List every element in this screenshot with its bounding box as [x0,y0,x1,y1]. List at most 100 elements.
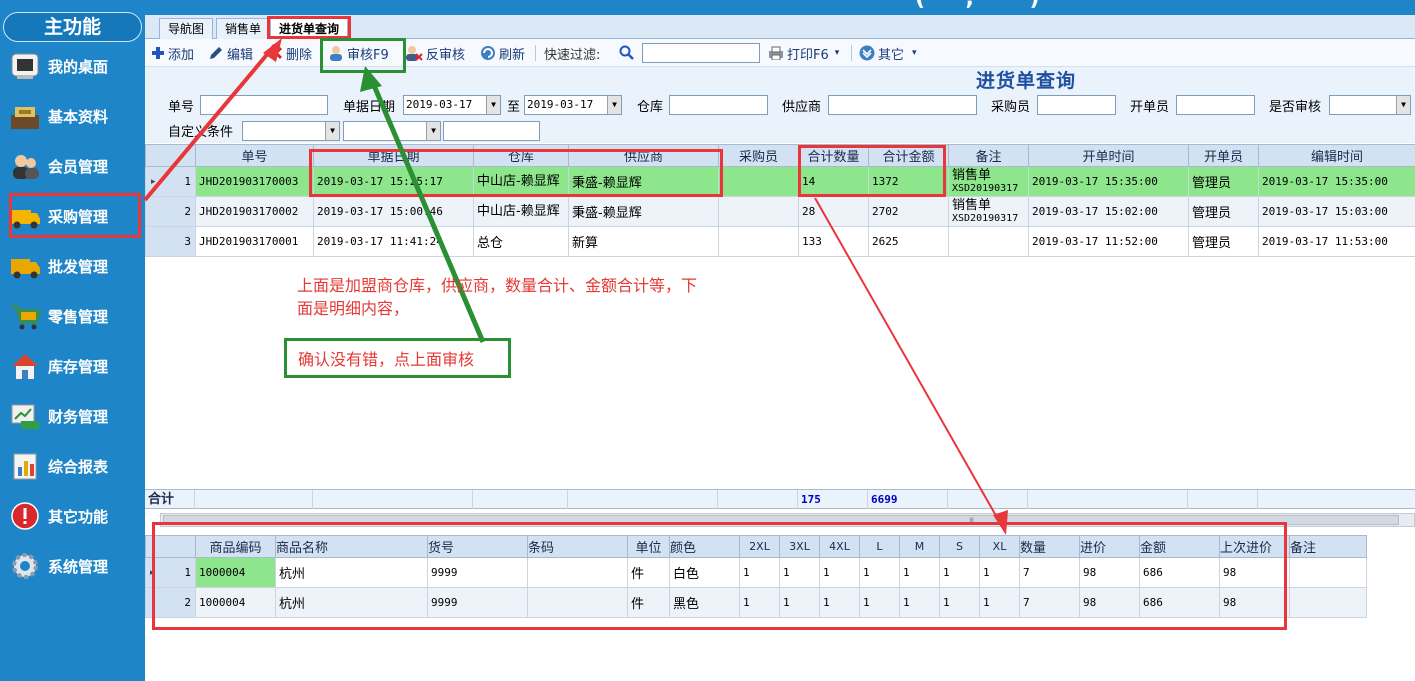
house-icon [8,349,42,383]
sidebar-item-other[interactable]: 其它功能 [8,496,140,536]
sum-cell [1028,490,1188,509]
add-button[interactable]: 添加 [151,43,194,63]
date-from-picker[interactable]: 2019-03-17 ▼ [403,95,501,115]
column-header[interactable]: 货号 [427,535,528,558]
alert-icon [8,499,42,533]
tab-strip: 导航图 销售单 进货单查询 [145,15,1415,39]
column-header[interactable]: 颜色 [669,535,740,558]
column-header[interactable]: 2XL [739,535,780,558]
delete-button[interactable]: 删除 [269,43,312,63]
table-row[interactable]: 2 1000004 杭州 9999 件 黑色 1 1 1 1 1 1 1 7 9… [145,587,1367,618]
date-to-picker[interactable]: 2019-03-17 ▼ [524,95,622,115]
top-title-bar: (·· · , · · · ) [145,0,1415,15]
column-header[interactable]: 商品编码 [195,535,276,558]
size-2xl-cell: 1 [739,557,780,588]
column-header[interactable]: 单据日期 [313,144,474,167]
delete-label: 删除 [286,47,313,63]
sku-cell: 9999 [427,557,528,588]
refresh-button[interactable]: 刷新 [480,43,525,63]
annotation-note: 上面是加盟商仓库，供应商，数量合计、金额合计等，下面是明细内容， [297,276,698,318]
table-row[interactable]: 1 1000004 杭州 9999 件 白色 1 1 1 1 1 1 1 7 9… [145,557,1367,588]
order-no-cell: JHD201903170001 [195,226,314,257]
column-header[interactable]: 商品名称 [275,535,428,558]
row-index: 3 [145,226,196,257]
quick-filter-input[interactable] [642,43,760,63]
shopping-cart-icon [8,299,42,333]
table-row[interactable]: 2 JHD201903170002 2019-03-17 15:00:46 中山… [145,196,1415,227]
audited-select[interactable]: ▼ [1329,95,1411,115]
sidebar-item-reports[interactable]: 综合报表 [8,446,140,486]
column-header[interactable]: 金额 [1139,535,1220,558]
table-row[interactable]: 3 JHD201903170001 2019-03-17 11:41:24 总仓… [145,226,1415,257]
custom-field-select[interactable]: ▼ [242,121,340,141]
barcode-cell [527,557,628,588]
sidebar-item-finance[interactable]: 财务管理 [8,396,140,436]
print-button[interactable]: 打印F6 ▾ [768,43,839,63]
search-icon[interactable] [619,43,638,63]
custom-value-input[interactable] [443,121,540,141]
tab-purchase-query[interactable]: 进货单查询 [270,18,349,39]
order-no-cell: JHD201903170002 [195,196,314,227]
sidebar: 主功能 我的桌面 基本资料 会员管理 采购管理 批发管理 零售管理 库存管理 财… [0,0,145,681]
warehouse-input[interactable] [669,95,768,115]
column-header[interactable]: 编辑时间 [1258,144,1415,167]
custom-operator-select[interactable]: ▼ [343,121,441,141]
column-header[interactable]: M [899,535,940,558]
buyer-input[interactable] [1037,95,1116,115]
column-header[interactable]: 单号 [195,144,314,167]
column-header[interactable]: 合计数量 [798,144,869,167]
tab-navigation[interactable]: 导航图 [159,18,214,39]
sidebar-item-basic-data[interactable]: 基本资料 [8,96,140,136]
sidebar-item-members[interactable]: 会员管理 [8,146,140,186]
edit-button[interactable]: 编辑 [208,43,253,63]
unit-cell: 件 [627,557,670,588]
sum-cell [313,490,473,509]
sidebar-item-inventory[interactable]: 库存管理 [8,346,140,386]
edit-label: 编辑 [227,47,254,63]
sidebar-item-label: 会员管理 [48,157,109,176]
created-cell: 2019-03-17 11:52:00 [1028,226,1189,257]
audit-button[interactable]: 审核F9 [328,43,389,63]
color-cell: 黑色 [669,587,740,618]
tab-sales-order[interactable]: 销售单 [216,18,271,39]
column-header[interactable]: 开单员 [1188,144,1259,167]
column-header[interactable]: 开单时间 [1028,144,1189,167]
order-no-input[interactable] [200,95,328,115]
unaudit-button[interactable]: 反审核 [405,43,465,63]
sidebar-item-system[interactable]: 系统管理 [8,546,140,586]
finance-icon [8,399,42,433]
column-header[interactable]: 上次进价 [1219,535,1290,558]
column-header[interactable]: 备注 [948,144,1029,167]
column-header[interactable]: 仓库 [473,144,569,167]
color-cell: 白色 [669,557,740,588]
column-header[interactable]: XL [979,535,1020,558]
table-row[interactable]: 1 JHD201903170003 2019-03-17 15:25:17 中山… [145,166,1415,197]
column-header[interactable]: L [859,535,900,558]
other-button[interactable]: 其它 ▾ [859,43,917,63]
column-header[interactable]: 供应商 [568,144,719,167]
row-index: 2 [145,196,196,227]
warehouse-cell: 中山店-赖显辉 [473,196,569,227]
column-header[interactable]: 备注 [1289,535,1367,558]
sidebar-item-desktop[interactable]: 我的桌面 [8,46,140,86]
column-header[interactable]: 合计金额 [868,144,949,167]
creator-cell: 管理员 [1188,166,1259,197]
horizontal-scrollbar[interactable]: ||| [160,513,1415,527]
qty-cell: 28 [798,196,869,227]
column-header[interactable]: 4XL [819,535,860,558]
supplier-input[interactable] [828,95,977,115]
sidebar-item-purchase[interactable]: 采购管理 [8,196,140,236]
column-header[interactable]: 数量 [1019,535,1080,558]
column-header[interactable]: S [939,535,980,558]
scrollbar-thumb[interactable]: ||| [163,515,1399,525]
column-header[interactable]: 3XL [779,535,820,558]
column-header[interactable]: 单位 [627,535,670,558]
column-header[interactable]: 进价 [1079,535,1140,558]
pencil-icon [210,47,222,59]
column-header[interactable]: 条码 [527,535,628,558]
column-header[interactable]: 采购员 [718,144,799,167]
sidebar-item-wholesale[interactable]: 批发管理 [8,246,140,286]
sidebar-item-retail[interactable]: 零售管理 [8,296,140,336]
creator-input[interactable] [1176,95,1255,115]
filter-panel: 单号 单据日期 2019-03-17 ▼ 至 2019-03-17 ▼ 仓库 供应商… [145,67,1415,143]
